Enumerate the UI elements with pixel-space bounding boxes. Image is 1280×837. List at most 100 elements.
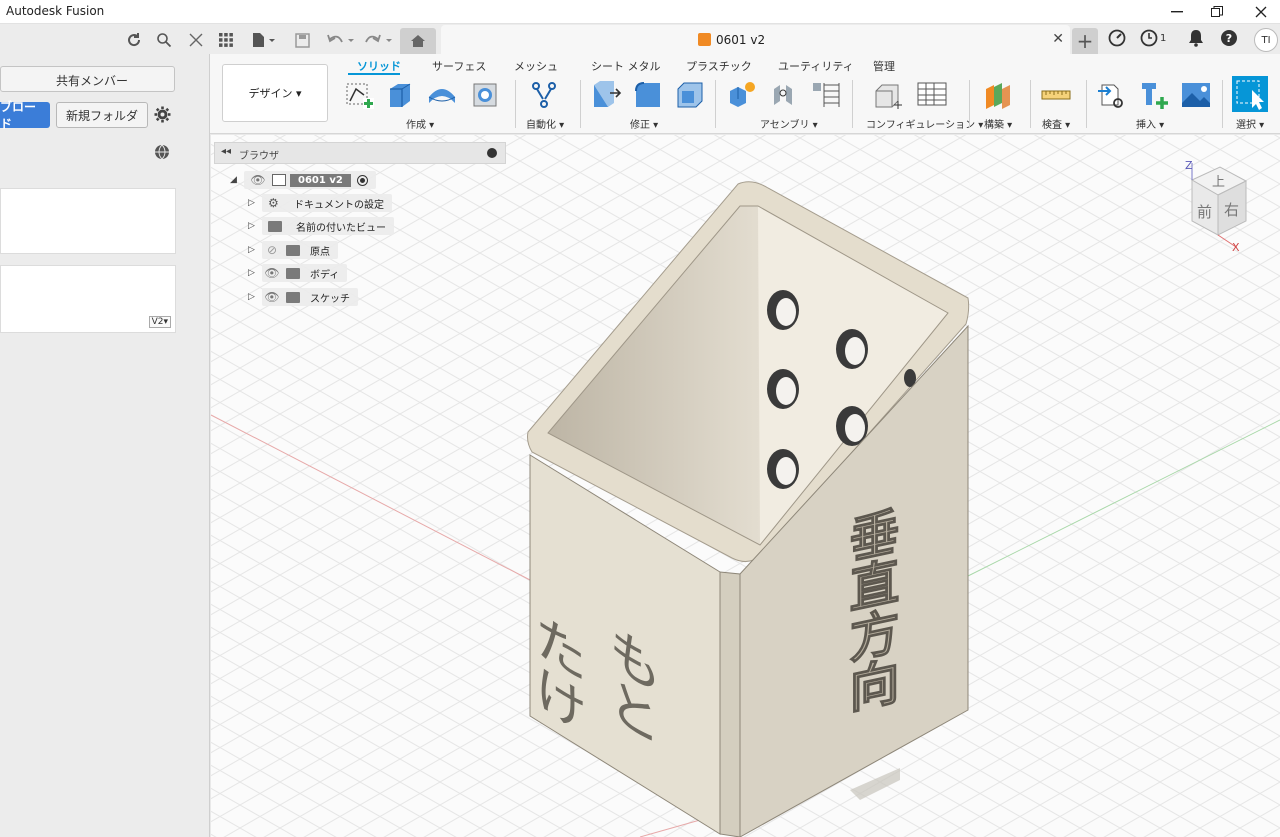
visibility-eye-icon[interactable]: 👁 (262, 266, 282, 280)
cube-face-right[interactable]: 右 (1224, 201, 1239, 219)
search-icon[interactable] (152, 29, 176, 51)
group-insert[interactable]: 挿入 ▾ (1136, 116, 1164, 131)
ribbon-separator (1086, 80, 1087, 128)
browser-item-bodies[interactable]: ▷ 👁 ボディ (248, 263, 348, 283)
browser-item-named-views[interactable]: ▷ 名前の付いたビュー (248, 216, 394, 236)
expand-icon[interactable]: ▷ (248, 198, 262, 208)
browser-item-document-settings[interactable]: ▷ ⚙ ドキュメントの設定 (248, 193, 392, 213)
globe-icon[interactable] (154, 144, 171, 165)
configure-icon[interactable] (872, 79, 904, 111)
offset-plane-icon[interactable] (982, 79, 1014, 111)
tab-shared-members[interactable]: 共有メンバー (0, 66, 175, 92)
notification-bell-icon[interactable] (1188, 29, 1204, 51)
tab-plastic[interactable]: プラスチック (686, 58, 752, 74)
group-create[interactable]: 作成 ▾ (406, 116, 434, 131)
tab-manage[interactable]: 管理 (873, 58, 895, 74)
browser-panel-header[interactable]: ◂◂ ブラウザ (214, 142, 506, 164)
browser-item-origin[interactable]: ▷ ⊘ 原点 (248, 240, 338, 260)
measure-icon[interactable] (1040, 79, 1072, 111)
group-inspect[interactable]: 検査 ▾ (1042, 116, 1070, 131)
fillet-icon[interactable] (632, 79, 664, 111)
bom-icon[interactable] (810, 79, 842, 111)
select-icon[interactable] (1232, 76, 1268, 112)
window-title: Autodesk Fusion (6, 4, 105, 18)
group-automate[interactable]: 自動化 ▾ (526, 116, 564, 131)
tab-shared-members-label: 共有メンバー (56, 74, 129, 88)
file-menu-icon[interactable] (248, 29, 280, 51)
new-tab-button[interactable]: + (1072, 28, 1098, 54)
tab-surface[interactable]: サーフェス (432, 58, 486, 74)
extensions-icon[interactable] (1108, 29, 1126, 51)
grid-menu-icon[interactable] (214, 29, 238, 51)
version-badge[interactable]: V2▾ (148, 316, 171, 328)
canvas-viewport[interactable]: たけ もと 垂直方向 (211, 135, 1280, 837)
gear-icon: ⚙ (268, 196, 279, 210)
browser-item-sketches[interactable]: ▷ 👁 スケッチ (248, 287, 358, 307)
expand-icon[interactable]: ▷ (248, 221, 262, 231)
project-card[interactable] (0, 188, 176, 254)
cube-face-front[interactable]: 前 (1197, 203, 1212, 221)
activate-radio-icon[interactable] (356, 174, 368, 186)
cube-face-top[interactable]: 上 (1212, 175, 1225, 190)
upload-button[interactable]: ブロード (0, 100, 50, 131)
visibility-eye-icon[interactable]: 👁 (262, 290, 282, 304)
expand-icon[interactable]: ▷ (248, 268, 262, 278)
joint-icon[interactable] (768, 79, 800, 111)
collapse-browser-icon[interactable]: ◂◂ (221, 146, 231, 157)
ribbon: デザイン ▾ ソリッド サーフェス メッシュ シート メタル プラスチック ユー… (210, 54, 1280, 134)
press-pull-icon[interactable] (590, 79, 622, 111)
extrude-icon[interactable] (384, 79, 416, 111)
new-folder-button[interactable]: 新規フォルダ (56, 102, 148, 128)
group-construct[interactable]: 構築 ▾ (984, 116, 1012, 131)
insert-derive-icon[interactable] (1096, 79, 1128, 111)
close-panel-icon[interactable] (184, 29, 208, 51)
group-modify[interactable]: 修正 ▾ (630, 116, 658, 131)
restore-icon[interactable] (1202, 2, 1232, 22)
redo-icon[interactable] (362, 29, 396, 51)
insert-canvas-icon[interactable] (1180, 79, 1212, 111)
minimize-icon[interactable] (1162, 2, 1192, 22)
expand-icon[interactable]: ▷ (248, 292, 262, 302)
create-sketch-icon[interactable] (344, 79, 376, 111)
undo-icon[interactable] (324, 29, 358, 51)
folder-icon (268, 220, 282, 232)
tree-label: ボディ (310, 269, 340, 281)
job-status[interactable]: 1 (1140, 29, 1166, 47)
home-button[interactable] (400, 28, 436, 54)
new-component-icon[interactable] (726, 79, 758, 111)
tab-solid[interactable]: ソリッド (357, 58, 401, 74)
view-cube[interactable]: Z X 上 前 右 (1180, 155, 1280, 255)
browser-root-row[interactable]: ◢ 👁 0601 v2 (230, 170, 376, 190)
visibility-eye-icon[interactable]: 👁 (248, 173, 268, 187)
expand-root-icon[interactable]: ◢ (230, 175, 244, 185)
config-table-icon[interactable] (916, 79, 948, 111)
model-canvas[interactable]: たけ もと 垂直方向 (211, 135, 1280, 837)
help-icon[interactable]: ? (1220, 29, 1238, 51)
close-tab-icon[interactable]: ✕ (1052, 31, 1064, 47)
tab-mesh[interactable]: メッシュ (514, 58, 558, 74)
document-tab[interactable]: 0601 v2 ✕ (441, 25, 1070, 55)
hole-icon[interactable] (469, 79, 501, 111)
minimize-browser-icon[interactable] (487, 148, 497, 158)
group-configure[interactable]: コンフィギュレーション ▾ (866, 116, 983, 131)
tab-utility[interactable]: ユーティリティ (778, 58, 854, 74)
group-select[interactable]: 選択 ▾ (1236, 116, 1264, 131)
automate-icon[interactable] (528, 79, 560, 111)
workspace-switcher[interactable]: デザイン ▾ (222, 64, 328, 122)
group-assemble[interactable]: アセンブリ ▾ (760, 116, 818, 131)
insert-mcmaster-icon[interactable] (1138, 79, 1170, 111)
save-icon[interactable] (290, 29, 314, 51)
revolve-icon[interactable] (426, 79, 458, 111)
tab-sheet-metal[interactable]: シート メタル (591, 58, 661, 74)
user-avatar[interactable]: TI (1254, 28, 1278, 52)
close-window-icon[interactable] (1246, 2, 1276, 22)
document-icon (272, 174, 286, 186)
shell-icon[interactable] (674, 79, 706, 111)
expand-icon[interactable]: ▷ (248, 245, 262, 255)
hidden-eye-icon[interactable]: ⊘ (262, 243, 282, 257)
design-card[interactable]: V2▾ (0, 265, 176, 333)
settings-gear-icon[interactable] (154, 106, 171, 127)
refresh-icon[interactable] (122, 29, 146, 51)
folder-icon (286, 267, 300, 279)
document-cube-icon (698, 33, 711, 46)
